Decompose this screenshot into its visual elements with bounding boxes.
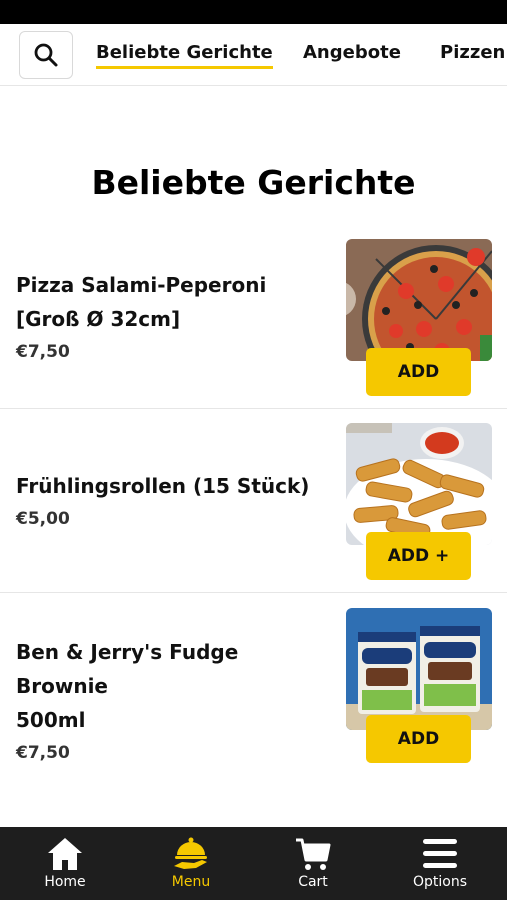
ice-cream-image <box>346 608 492 730</box>
item-price: €7,50 <box>16 342 70 362</box>
home-icon <box>48 838 82 870</box>
menu-cloche-icon <box>174 837 207 869</box>
nav-home[interactable]: Home <box>2 827 128 900</box>
nav-options[interactable]: Options <box>377 827 503 900</box>
search-icon <box>34 43 58 67</box>
bottom-nav: Home Menu Cart Options <box>0 827 507 900</box>
hamburger-icon <box>423 839 457 868</box>
add-button[interactable]: ADD <box>366 715 471 763</box>
status-bar <box>0 0 507 24</box>
section-title: Beliebte Gerichte <box>91 163 416 202</box>
nav-cart[interactable]: Cart <box>250 827 376 900</box>
tab-pizzen[interactable]: Pizzen <box>440 42 505 63</box>
add-button[interactable]: ADD <box>366 348 471 396</box>
menu-item[interactable]: Ben & Jerry's Fudge Brownie 500ml €7,50 … <box>0 593 507 773</box>
item-name: Pizza Salami-Peperoni <box>16 273 267 297</box>
cart-icon <box>296 838 331 870</box>
nav-label: Options <box>412 874 468 890</box>
nav-menu[interactable]: Menu <box>128 827 254 900</box>
item-price: €5,00 <box>16 509 70 529</box>
category-nav: Beliebte Gerichte Angebote Pizzen <box>0 24 507 86</box>
item-name: Ben & Jerry's Fudge Brownie <box>16 640 239 698</box>
nav-label: Home <box>44 874 86 890</box>
add-button[interactable]: ADD + <box>366 532 471 580</box>
item-name-size: 500ml <box>16 708 86 732</box>
nav-label: Menu <box>171 874 211 890</box>
tab-beliebte-gerichte[interactable]: Beliebte Gerichte <box>96 42 273 69</box>
item-text: Ben & Jerry's Fudge Brownie 500ml €7,50 <box>16 635 334 763</box>
item-price: €7,50 <box>16 743 70 763</box>
item-name-size: [Groß Ø 32cm] <box>16 307 181 331</box>
item-text: Pizza Salami-Peperoni [Groß Ø 32cm] €7,5… <box>16 268 334 362</box>
nav-label: Cart <box>298 874 328 890</box>
spring-rolls-image <box>346 423 492 545</box>
item-text: Frühlingsrollen (15 Stück) €5,00 <box>16 469 334 529</box>
item-name: Frühlingsrollen (15 Stück) <box>16 474 310 498</box>
pizza-image <box>346 239 492 361</box>
menu-item[interactable]: Pizza Salami-Peperoni [Groß Ø 32cm] €7,5… <box>0 226 507 409</box>
menu-item[interactable]: Frühlingsrollen (15 Stück) €5,00 ADD + <box>0 409 507 593</box>
tab-angebote[interactable]: Angebote <box>303 42 401 63</box>
search-button[interactable] <box>19 31 73 79</box>
